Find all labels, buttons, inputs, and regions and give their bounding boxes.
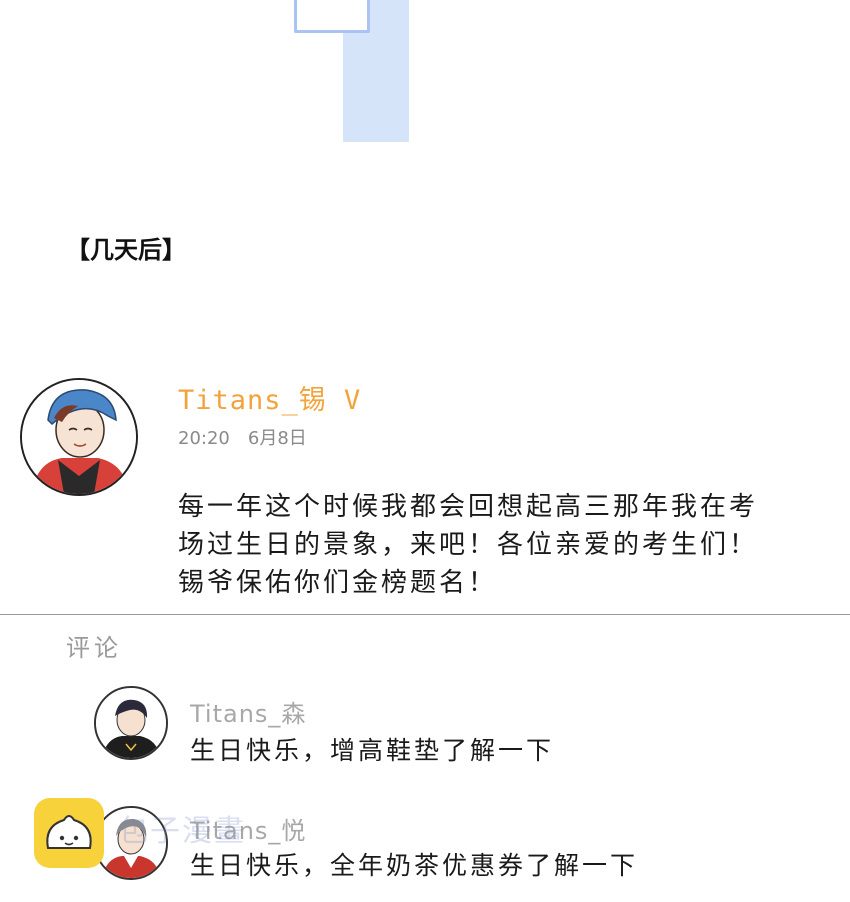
post-author-avatar[interactable] [20, 378, 138, 496]
bun-logo-icon [46, 815, 92, 849]
comments-label: 评论 [66, 634, 122, 662]
post-date: 6月8日 [247, 428, 307, 449]
watermark-logo [34, 798, 104, 868]
top-panel-frame [294, 0, 370, 33]
comment-avatar[interactable] [94, 686, 168, 760]
avatar-illustration-icon [22, 380, 136, 494]
avatar-illustration-icon [96, 688, 166, 758]
post-username[interactable]: Titans_锡 V [178, 378, 361, 417]
comment-text: 生日快乐，增高鞋垫了解一下 [190, 736, 555, 765]
post-timestamp: 20:20 6月8日 [178, 424, 325, 450]
scene-caption: 【几天后】 [66, 236, 186, 264]
comment-username[interactable]: Titans_森 [190, 694, 306, 729]
watermark-text: 包子漫畫 [118, 814, 246, 849]
comment-text: 生日快乐，全年奶茶优惠券了解一下 [190, 851, 639, 880]
post-time: 20:20 [178, 428, 230, 449]
divider [0, 614, 850, 615]
post-body: 每一年这个时候我都会回想起高三那年我在考场过生日的景象，来吧！各位亲爱的考生们！… [178, 492, 759, 598]
